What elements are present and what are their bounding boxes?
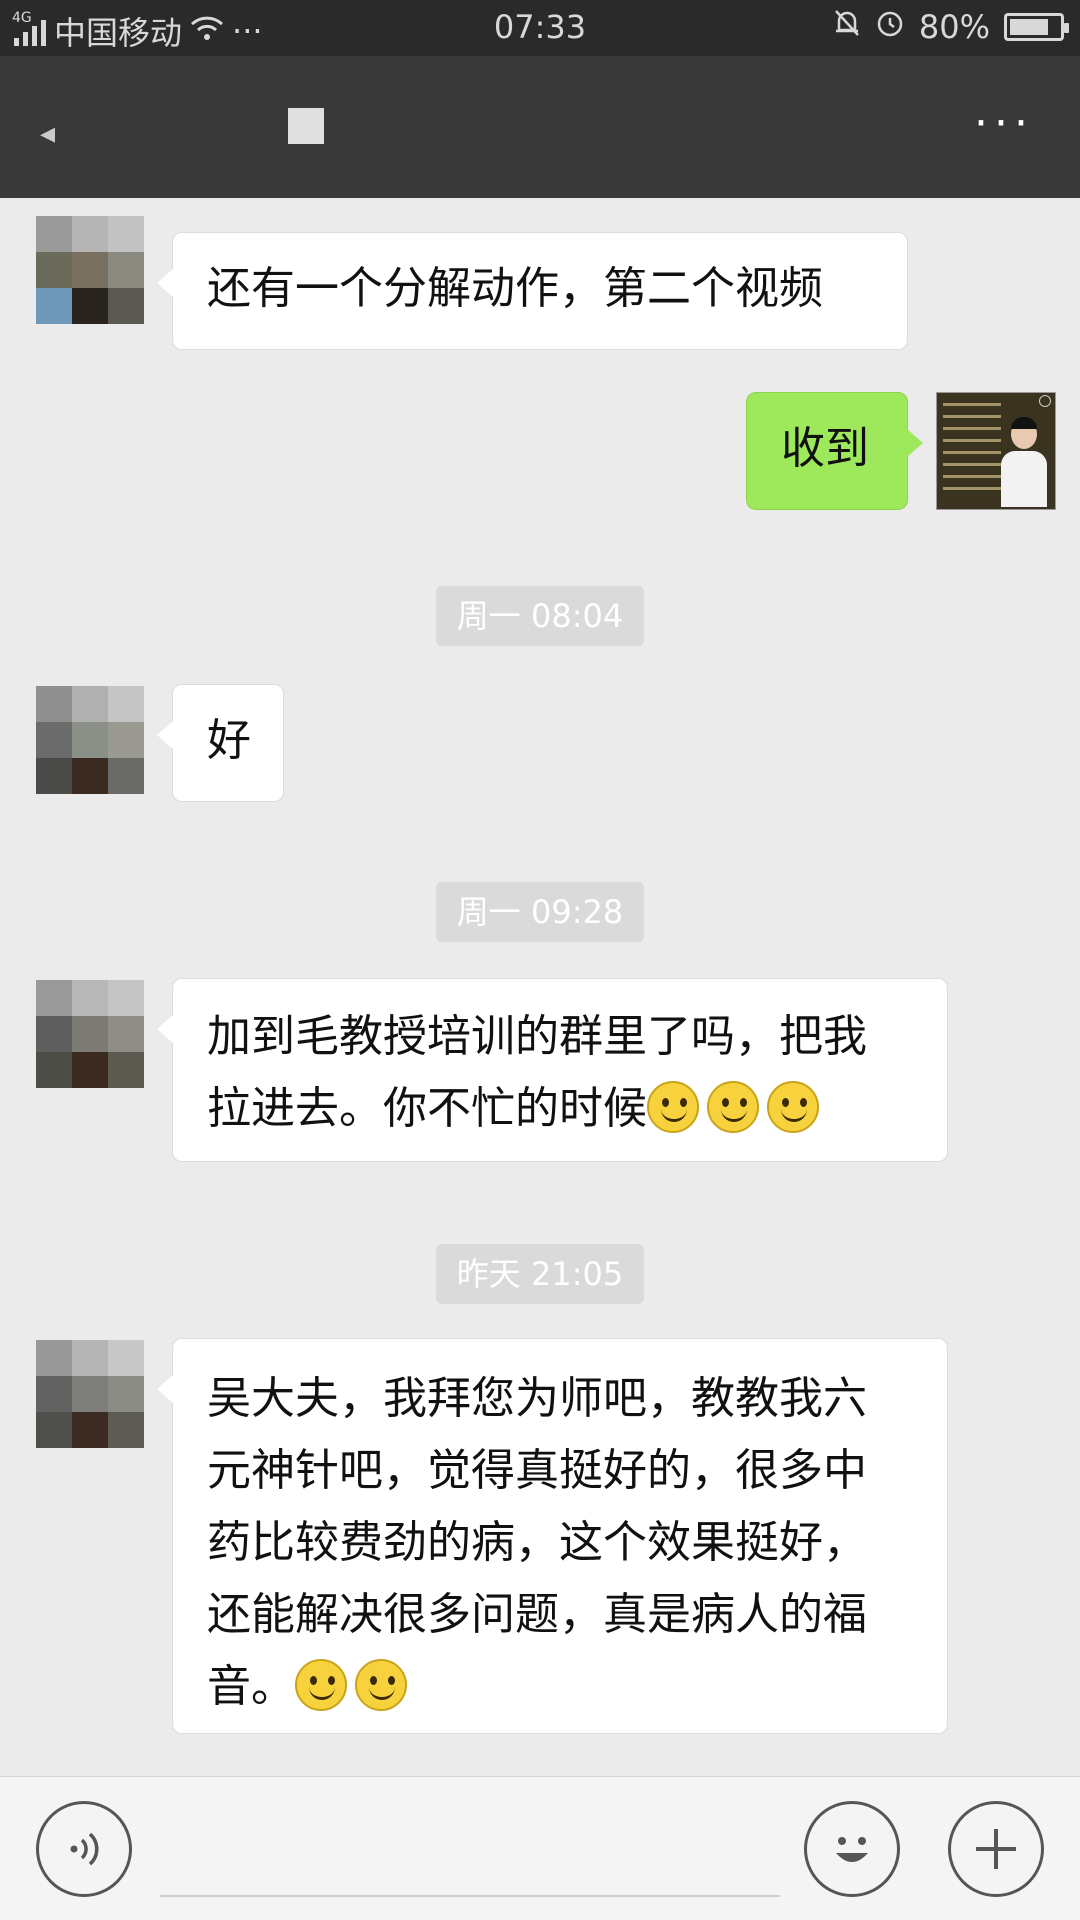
close-icon [1039, 395, 1051, 407]
message-bubble[interactable]: 好 [157, 684, 284, 802]
avatar[interactable] [36, 216, 144, 324]
timestamp: 周一 09:28 [436, 882, 644, 942]
avatar[interactable] [36, 980, 144, 1088]
battery-percent: 80% [918, 8, 990, 46]
message-bubble[interactable]: 还有一个分解动作，第二个视频 [157, 232, 908, 350]
smile-emoji-icon [707, 1081, 759, 1133]
message-text: 收到 [781, 423, 869, 474]
more-options-button[interactable]: ··· [974, 98, 1034, 149]
message-line: 拉进去。你不忙的时候 [207, 1073, 913, 1145]
message-line: 药比较费劲的病，这个效果挺好， [207, 1517, 867, 1568]
plus-icon[interactable] [948, 1801, 1044, 1897]
smile-emoji-icon [767, 1081, 819, 1133]
voice-icon[interactable] [36, 1801, 132, 1897]
chat-title-redacted [288, 108, 324, 144]
message-line: 吴大夫，我拜您为师吧，教教我六 [207, 1373, 867, 1424]
avatar[interactable] [36, 686, 144, 794]
message-line: 音。 [207, 1651, 913, 1723]
message-text: 好 [207, 715, 251, 766]
battery-icon [1004, 13, 1069, 41]
message-input[interactable] [160, 1895, 780, 1897]
timestamp: 周一 08:04 [436, 586, 644, 646]
timestamp: 昨天 21:05 [436, 1244, 644, 1304]
message-bubble[interactable]: 加到毛教授培训的群里了吗，把我 拉进去。你不忙的时候 [157, 978, 948, 1162]
smile-emoji-icon [647, 1081, 699, 1133]
message-line: 元神针吧，觉得真挺好的，很多中 [207, 1445, 867, 1496]
message-text: 还有一个分解动作，第二个视频 [207, 263, 823, 314]
message-line: 还能解决很多问题，真是病人的福 [207, 1589, 867, 1640]
chat-header: ◂ ··· [0, 56, 1080, 198]
smile-emoji-icon [355, 1659, 407, 1711]
smile-emoji-icon [295, 1659, 347, 1711]
alarm-icon [875, 8, 905, 46]
message-line: 加到毛教授培训的群里了吗，把我 [207, 1011, 867, 1062]
input-toolbar [0, 1776, 1080, 1920]
sent-message-bubble[interactable]: 收到 [746, 392, 923, 510]
message-bubble[interactable]: 吴大夫，我拜您为师吧，教教我六 元神针吧，觉得真挺好的，很多中 药比较费劲的病，… [157, 1338, 948, 1734]
mute-bell-icon [833, 8, 861, 46]
back-chevron-icon[interactable]: ◂ [40, 116, 55, 151]
status-bar: 4G 中国移动 ··· 07:33 80% [0, 0, 1080, 56]
self-avatar[interactable] [936, 392, 1056, 510]
emoji-icon[interactable] [804, 1801, 900, 1897]
avatar[interactable] [36, 1340, 144, 1448]
